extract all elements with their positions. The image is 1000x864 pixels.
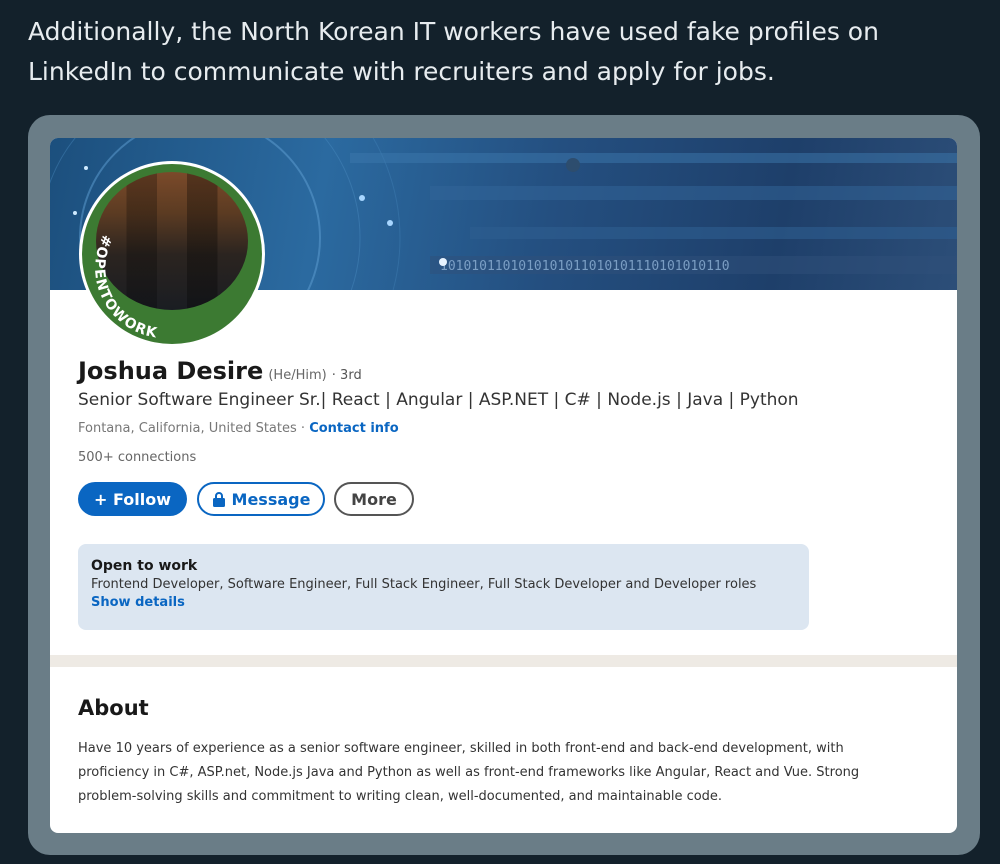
profile-location-row: Fontana, California, United States · Con… bbox=[78, 421, 399, 436]
message-label: Message bbox=[231, 489, 311, 509]
tweet-text: Additionally, the North Korean IT worker… bbox=[28, 17, 879, 86]
follow-label: + Follow bbox=[94, 489, 171, 509]
open-to-work-roles: Frontend Developer, Software Engineer, F… bbox=[91, 577, 757, 592]
connection-degree: · 3rd bbox=[331, 368, 362, 383]
about-text: Have 10 years of experience as a senior … bbox=[78, 741, 860, 804]
open-to-work-badge-text: #OPENTOWORK bbox=[91, 232, 159, 341]
about-heading: About bbox=[78, 696, 149, 720]
svg-text:#OPENTOWORK: #OPENTOWORK bbox=[91, 232, 159, 341]
connections-count[interactable]: 500+ connections bbox=[78, 450, 196, 465]
contact-info-link[interactable]: Contact info bbox=[309, 421, 398, 436]
profile-location: Fontana, California, United States bbox=[78, 421, 297, 436]
more-button[interactable]: More bbox=[334, 482, 414, 516]
profile-name: Joshua Desire bbox=[78, 357, 264, 385]
message-button[interactable]: Message bbox=[197, 482, 325, 516]
profile-pronouns: (He/Him) bbox=[268, 368, 327, 383]
more-label: More bbox=[351, 489, 397, 509]
profile-avatar[interactable]: #OPENTOWORK bbox=[79, 161, 265, 347]
section-divider bbox=[50, 655, 957, 667]
profile-name-row: Joshua Desire (He/Him) · 3rd bbox=[78, 357, 362, 385]
location-separator: · bbox=[300, 421, 306, 436]
opentowork-label: #OPENTOWORK bbox=[91, 232, 158, 341]
open-to-work-panel: Open to work Frontend Developer, Softwar… bbox=[78, 544, 809, 630]
banner-binary: 1010101101010101011010101110101010110 bbox=[440, 259, 730, 274]
open-to-work-ring: #OPENTOWORK bbox=[82, 164, 262, 344]
follow-button[interactable]: + Follow bbox=[78, 482, 187, 516]
open-to-work-title: Open to work bbox=[91, 558, 198, 574]
show-details-link[interactable]: Show details bbox=[91, 595, 796, 610]
profile-headline: Senior Software Engineer Sr.| React | An… bbox=[78, 390, 799, 410]
lock-icon bbox=[212, 491, 225, 507]
